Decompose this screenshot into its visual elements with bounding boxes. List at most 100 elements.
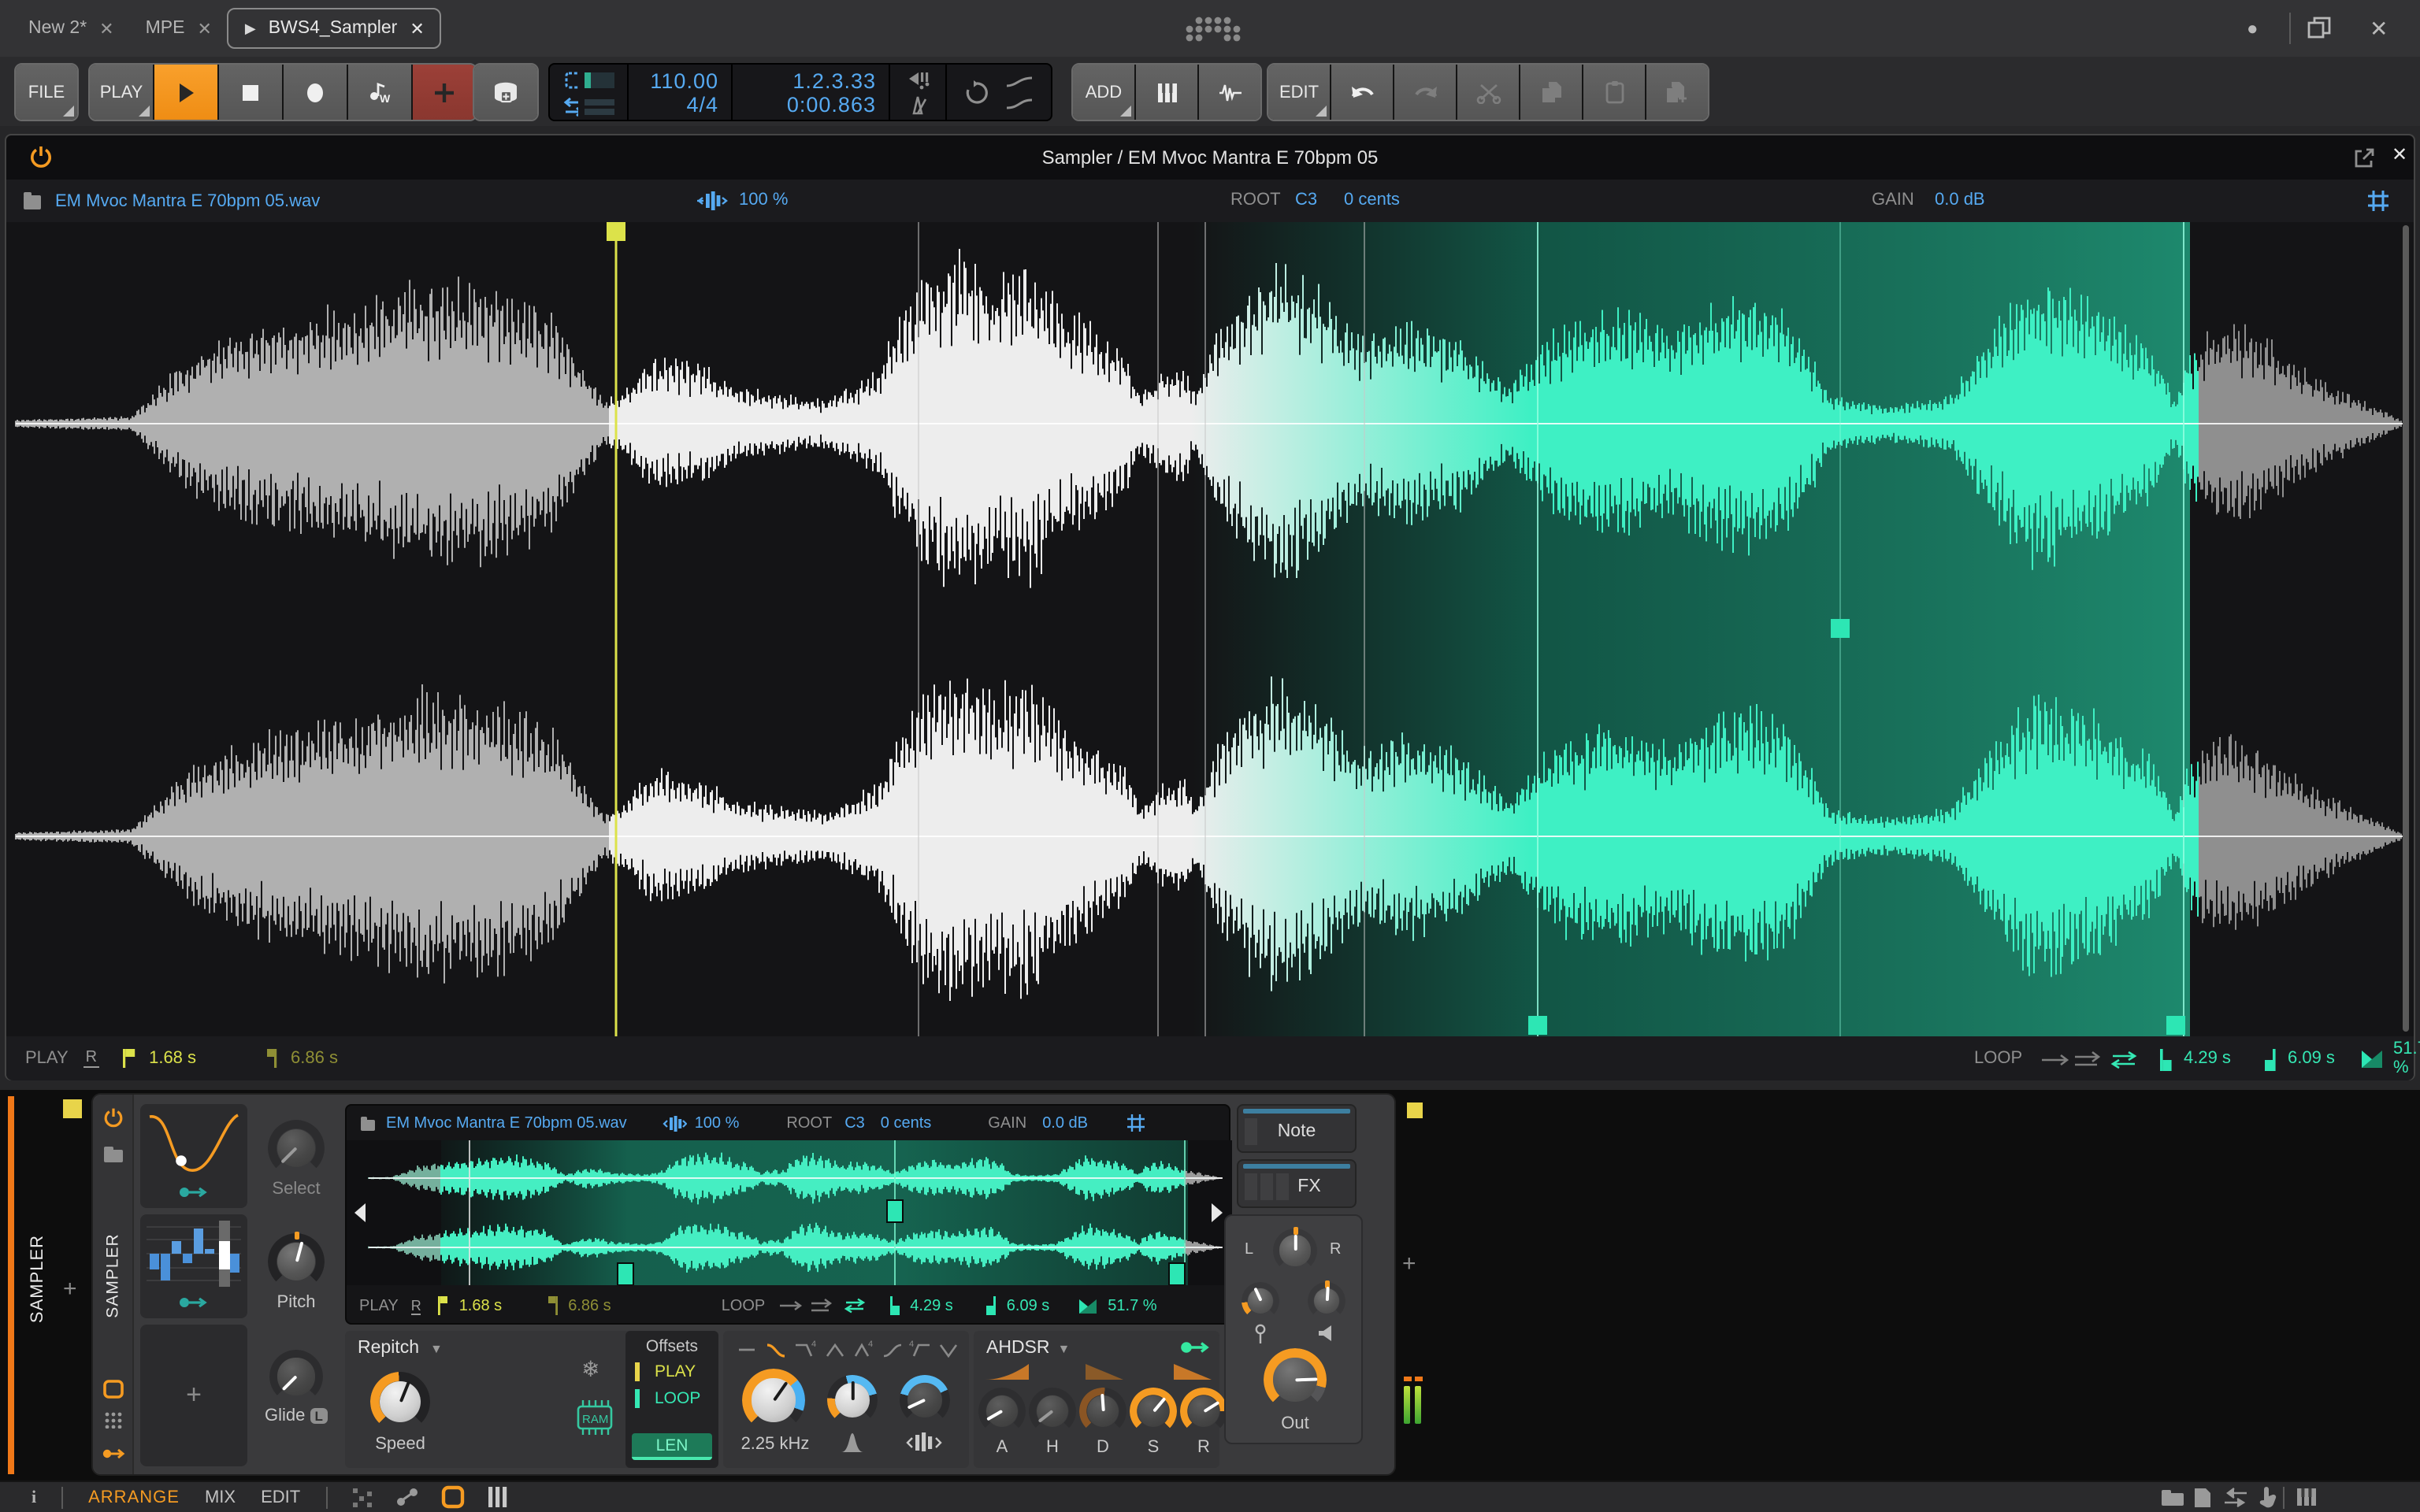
root-note-value[interactable]: C3 bbox=[1295, 191, 1317, 209]
sample-file-name[interactable]: EM Mvoc Mantra E 70bpm 05.wav bbox=[55, 191, 320, 210]
add-device-plus[interactable]: + bbox=[1402, 1251, 1416, 1277]
record-button[interactable] bbox=[284, 65, 347, 120]
play-button[interactable] bbox=[154, 65, 217, 120]
paste-button[interactable] bbox=[1583, 65, 1645, 120]
stretch-amount[interactable]: 100 % bbox=[739, 191, 788, 209]
ram-chip-icon[interactable]: RAM bbox=[575, 1400, 613, 1435]
offset-len-button[interactable]: LEN bbox=[632, 1433, 712, 1460]
detach-panel-icon[interactable] bbox=[2352, 146, 2376, 170]
automation-follow-icon[interactable] bbox=[1005, 75, 1034, 87]
loop-off-icon[interactable] bbox=[2040, 1051, 2075, 1069]
filter-cutoff-value[interactable]: 2.25 kHz bbox=[723, 1435, 827, 1454]
out-knob[interactable] bbox=[1264, 1348, 1327, 1411]
track-selection-marker[interactable] bbox=[63, 1099, 82, 1118]
mod-amount-arrow-icon[interactable] bbox=[178, 1293, 210, 1312]
time-signature-value[interactable]: 4/4 bbox=[641, 92, 718, 116]
pitch-knob[interactable] bbox=[268, 1232, 325, 1290]
mini-crossfade[interactable]: 51.7 % bbox=[1108, 1297, 1156, 1314]
device-power-icon[interactable] bbox=[28, 145, 54, 170]
punch-in-icon[interactable] bbox=[905, 70, 930, 89]
loop-forward-icon[interactable] bbox=[809, 1298, 837, 1314]
browser-panel-icon[interactable] bbox=[2160, 1488, 2185, 1507]
fx-chain-slot[interactable]: FX bbox=[1237, 1159, 1357, 1208]
root-cents-value[interactable]: 0 cents bbox=[1344, 191, 1400, 209]
track-name-vertical[interactable]: SAMPLER bbox=[16, 1184, 60, 1373]
mod-amount-arrow-icon[interactable] bbox=[178, 1183, 210, 1202]
undo-button[interactable] bbox=[1331, 65, 1393, 120]
select-knob[interactable] bbox=[268, 1120, 325, 1177]
close-tab-icon[interactable]: ✕ bbox=[99, 18, 113, 39]
close-window-icon[interactable]: ✕ bbox=[2370, 16, 2388, 43]
mini-gain-value[interactable]: 0.0 dB bbox=[1042, 1114, 1088, 1132]
play-mode-dropdown[interactable]: Repitch ▼ bbox=[358, 1339, 443, 1358]
modulator-slot-steps[interactable] bbox=[140, 1214, 247, 1318]
mini-root-note[interactable]: C3 bbox=[844, 1114, 865, 1132]
mini-crossfade-handle[interactable] bbox=[886, 1199, 904, 1223]
mini-waveform-display[interactable] bbox=[347, 1140, 1232, 1285]
loop-end-value[interactable]: 6.09 s bbox=[2288, 1049, 2335, 1068]
device-panel-toggle-icon[interactable] bbox=[440, 1485, 464, 1509]
env-attack-knob[interactable] bbox=[978, 1388, 1026, 1435]
file-menu-button[interactable]: FILE bbox=[16, 65, 77, 120]
filter-type-icons[interactable]: 4 4 4 bbox=[736, 1339, 959, 1361]
scroll-left-arrow[interactable] bbox=[354, 1203, 366, 1222]
envelope-dropdown[interactable]: AHDSR ▼ bbox=[986, 1339, 1070, 1358]
offset-loop[interactable]: LOOP bbox=[625, 1389, 718, 1408]
metronome-icon[interactable] bbox=[908, 94, 928, 114]
remote-controls-icon[interactable] bbox=[102, 1410, 124, 1429]
touch-mode-icon[interactable] bbox=[2256, 1485, 2278, 1509]
filter-keytrack-knob[interactable] bbox=[900, 1375, 950, 1425]
close-tab-icon[interactable]: ✕ bbox=[410, 18, 424, 39]
mini-loop-end-handle[interactable] bbox=[1168, 1262, 1186, 1285]
add-menu-button[interactable]: ADD bbox=[1073, 65, 1134, 120]
loop-pingpong-icon[interactable] bbox=[2108, 1051, 2143, 1069]
loop-end-handle[interactable] bbox=[2166, 1016, 2185, 1035]
layout-arrange-tab[interactable]: ARRANGE bbox=[88, 1488, 180, 1506]
loop-crossfade-handle[interactable] bbox=[1831, 619, 1850, 638]
offset-play[interactable]: PLAY bbox=[625, 1362, 718, 1381]
mini-root-cents[interactable]: 0 cents bbox=[881, 1114, 932, 1132]
loop-forward-icon[interactable] bbox=[2073, 1051, 2108, 1069]
device-selection-marker[interactable] bbox=[1407, 1102, 1423, 1118]
mini-play-start[interactable]: 1.68 s bbox=[459, 1297, 503, 1314]
close-tab-icon[interactable]: ✕ bbox=[197, 18, 211, 39]
copy-button[interactable] bbox=[1520, 65, 1582, 120]
env-hold-knob[interactable] bbox=[1029, 1388, 1076, 1435]
env-sustain-knob[interactable] bbox=[1130, 1388, 1177, 1435]
tab-mpe[interactable]: MPE ✕ bbox=[130, 8, 228, 49]
layout-edit-tab[interactable]: EDIT bbox=[261, 1488, 300, 1506]
loop-off-icon[interactable] bbox=[778, 1298, 806, 1314]
loop-icon[interactable] bbox=[961, 78, 993, 106]
tempo-section[interactable]: 110.00 4/4 bbox=[629, 65, 733, 120]
scroll-right-arrow[interactable] bbox=[1212, 1203, 1223, 1222]
play-start-value[interactable]: 1.68 s bbox=[149, 1049, 196, 1068]
mini-reverse-toggle[interactable]: R bbox=[410, 1297, 421, 1314]
mixer-panel-toggle-icon[interactable] bbox=[486, 1487, 508, 1507]
position-section[interactable]: 1.2.3.33 0:00.863 bbox=[733, 65, 890, 120]
pan-knob[interactable] bbox=[1273, 1227, 1317, 1273]
tab-bws4-sampler[interactable]: ▶ BWS4_Sampler ✕ bbox=[227, 8, 442, 49]
modulator-slot-empty[interactable]: + bbox=[140, 1325, 247, 1466]
punch-record-button[interactable] bbox=[413, 65, 476, 120]
mini-loop-end[interactable]: 6.09 s bbox=[1007, 1297, 1050, 1314]
modulation-routing-icon[interactable] bbox=[101, 1444, 126, 1463]
env-decay-knob[interactable] bbox=[1079, 1388, 1126, 1435]
velocity-depth-knob[interactable] bbox=[1242, 1282, 1279, 1320]
engine-section[interactable] bbox=[550, 65, 629, 120]
env-mod-arrow-icon[interactable] bbox=[1178, 1337, 1213, 1358]
restore-window-icon[interactable] bbox=[2307, 16, 2332, 41]
tab-new2[interactable]: New 2* ✕ bbox=[13, 8, 130, 49]
mini-loop-start[interactable]: 4.29 s bbox=[910, 1297, 953, 1314]
loop-start-value[interactable]: 4.29 s bbox=[2184, 1049, 2231, 1068]
mini-file-name[interactable]: EM Mvoc Mantra E 70bpm 05.wav bbox=[386, 1114, 627, 1132]
save-to-library-button[interactable] bbox=[474, 65, 537, 120]
add-instrument-track-button[interactable] bbox=[1136, 65, 1197, 120]
zoom-to-fit-icon[interactable] bbox=[2366, 189, 2390, 213]
mini-loop-start-handle[interactable] bbox=[617, 1262, 634, 1285]
redo-button[interactable] bbox=[1394, 65, 1456, 120]
add-audio-track-button[interactable] bbox=[1199, 65, 1260, 120]
modulator-slot-lfo[interactable] bbox=[140, 1104, 247, 1208]
add-device-plus[interactable]: + bbox=[63, 1276, 77, 1303]
stop-button[interactable] bbox=[219, 65, 282, 120]
inspector-panel-icon[interactable] bbox=[2193, 1487, 2212, 1509]
